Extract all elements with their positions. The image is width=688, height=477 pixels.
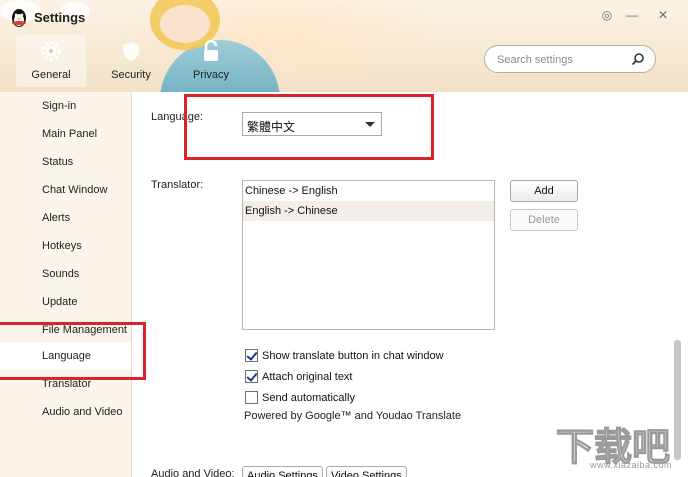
sidebar-item-label: Alerts (42, 212, 71, 224)
add-button[interactable]: Add (510, 180, 578, 202)
sidebar: Sign-in Main Panel Status Chat Window Al… (0, 92, 132, 477)
checkbox-box[interactable] (245, 370, 258, 383)
tab-security-label: Security (111, 69, 151, 81)
list-item[interactable]: English -> Chinese (243, 201, 494, 221)
sidebar-item-hotkeys[interactable]: Hotkeys (0, 232, 131, 260)
attach-original-checkbox[interactable]: Attach original text (245, 370, 465, 386)
translator-list[interactable]: Chinese -> English English -> Chinese (242, 180, 495, 330)
settings-circle-icon[interactable]: ◎ (600, 8, 614, 22)
header-banner: Settings ◎ — ✕ General Security Privacy (0, 0, 688, 92)
checkbox-label: Send automatically (262, 392, 355, 404)
checkbox-label: Attach original text (262, 371, 353, 383)
list-item[interactable]: Chinese -> English (243, 181, 494, 201)
tab-general-label: General (31, 69, 71, 81)
audio-settings-button[interactable]: Audio Settings (242, 466, 323, 477)
send-automatically-checkbox[interactable]: Send automatically (245, 391, 465, 407)
sidebar-item-sounds[interactable]: Sounds (0, 260, 131, 288)
close-button[interactable]: ✕ (656, 8, 670, 22)
sidebar-item-label: Sign-in (42, 100, 77, 112)
annotation-highlight-sidebar-language (0, 322, 146, 380)
sidebar-item-label: Sounds (42, 268, 80, 280)
checkbox-box[interactable] (245, 391, 258, 404)
sidebar-item-label: Hotkeys (42, 240, 82, 252)
watermark-url: www.xiazaiba.com (590, 460, 673, 470)
sidebar-item-chat-window[interactable]: Chat Window (0, 176, 131, 204)
sidebar-item-status[interactable]: Status (0, 148, 131, 176)
checkbox-box[interactable] (245, 349, 258, 362)
search-input[interactable] (497, 51, 627, 68)
security-icon (123, 42, 139, 61)
tab-privacy[interactable]: Privacy (176, 35, 246, 87)
tab-general[interactable]: General (16, 35, 86, 87)
powered-by-text: Powered by Google™ and Youdao Translate (244, 410, 462, 422)
sidebar-item-label: Update (42, 296, 78, 308)
sidebar-item-alerts[interactable]: Alerts (0, 204, 131, 232)
audio-video-label: Audio and Video: (151, 468, 235, 477)
minimize-button[interactable]: — (625, 8, 639, 22)
checkbox-label: Show translate button in chat window (262, 350, 444, 362)
sidebar-item-update[interactable]: Update (0, 288, 131, 316)
sidebar-item-sign-in[interactable]: Sign-in (0, 92, 131, 120)
translator-label: Translator: (151, 179, 204, 191)
tab-security[interactable]: Security (96, 35, 166, 87)
search-box[interactable] (484, 45, 656, 73)
sidebar-item-label: Main Panel (42, 128, 98, 140)
qq-penguin-icon (12, 9, 26, 27)
search-icon[interactable] (631, 52, 645, 66)
window-title: Settings (34, 10, 86, 25)
video-settings-button[interactable]: Video Settings (326, 466, 407, 477)
lock-icon (204, 39, 218, 61)
tab-privacy-label: Privacy (192, 69, 230, 81)
annotation-highlight-language (184, 94, 434, 160)
sidebar-item-label: Audio and Video (42, 406, 123, 418)
sidebar-item-label: Status (42, 156, 74, 168)
gear-icon (41, 41, 61, 61)
show-translate-checkbox[interactable]: Show translate button in chat window (245, 349, 565, 365)
sidebar-item-label: Chat Window (42, 184, 108, 196)
sidebar-item-audio-video[interactable]: Audio and Video (0, 398, 131, 426)
sidebar-item-main-panel[interactable]: Main Panel (0, 120, 131, 148)
delete-button[interactable]: Delete (510, 209, 578, 231)
